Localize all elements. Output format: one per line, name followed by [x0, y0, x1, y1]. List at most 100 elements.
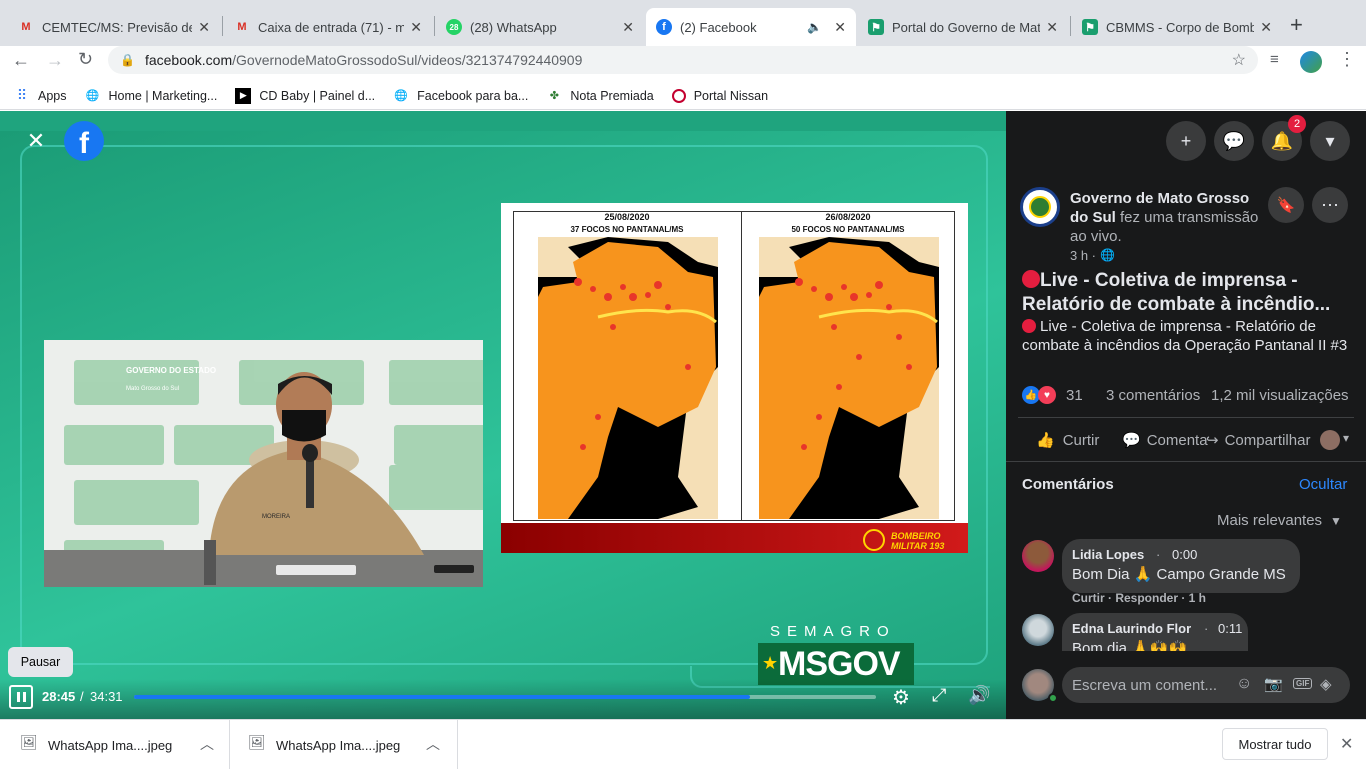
save-post-icon[interactable]: 🔖 [1268, 187, 1304, 223]
reload-icon[interactable]: ↻ [78, 49, 93, 70]
facebook-logo-icon[interactable]: f [64, 121, 104, 161]
banner-text: BOMBEIRO MILITAR 193 [891, 531, 945, 551]
backdrop-subtext: Mato Grosso do Sul [126, 386, 180, 392]
post-time[interactable]: 3 h · [1070, 248, 1096, 263]
more-options-icon[interactable]: ⋯ [1312, 187, 1348, 223]
forward-arrow-icon[interactable]: → [46, 50, 64, 71]
bookmark-marketing[interactable]: 🌐 Home | Marketing... [85, 88, 218, 104]
close-downloads-icon[interactable]: ✕ [1340, 734, 1353, 754]
comment-timestamp[interactable]: 0:00 [1172, 547, 1197, 562]
page-avatar[interactable] [1020, 187, 1060, 227]
slide-banner: BOMBEIRO MILITAR 193 [501, 523, 968, 553]
commenter-avatar[interactable] [1022, 540, 1054, 572]
bookmark-nota-premiada[interactable]: ✤ Nota Premiada [546, 88, 654, 104]
like-button[interactable]: 👍 Curtir [1036, 431, 1099, 450]
messenger-icon[interactable]: 💬 [1214, 121, 1254, 161]
backdrop-text: GOVERNO DO ESTADO [126, 366, 217, 375]
slide-maps: 25/08/2020 37 FOCOS NO PANTANAL/MS 26/08… [501, 203, 968, 553]
hide-comments-link[interactable]: Ocultar [1299, 476, 1347, 493]
camera-icon[interactable]: 📷 [1264, 675, 1283, 693]
tab-gmail-inbox[interactable]: M Caixa de entrada (71) - m ✕ [224, 8, 432, 46]
tab-cemtec[interactable]: M CEMTEC/MS: Previsão de ✕ [8, 8, 220, 46]
download-item[interactable]: 🖼 WhatsApp Ima....jpeg ︿ [0, 720, 230, 769]
progress-bar[interactable] [134, 695, 876, 699]
tab-whatsapp[interactable]: 28 (28) WhatsApp ✕ [436, 8, 644, 46]
reading-list-icon[interactable]: ≡ [1270, 51, 1279, 68]
account-dropdown-icon[interactable]: ▾ [1310, 121, 1350, 161]
download-item[interactable]: 🖼 WhatsApp Ima....jpeg ︿ [230, 720, 458, 769]
share-dropdown-icon[interactable]: ▾ [1343, 431, 1349, 445]
comment-actions[interactable]: Curtir · Responder · 1 h [1072, 591, 1206, 605]
online-status-dot [1048, 693, 1058, 703]
comment-author[interactable]: Edna Laurindo Flor [1072, 621, 1191, 636]
tab-facebook[interactable]: f (2) Facebook 🔈 ✕ [646, 8, 856, 46]
cdbaby-icon: ▶ [235, 87, 252, 104]
share-button[interactable]: ↪ Compartilhar [1206, 431, 1314, 450]
comment-label: Comentar [1146, 431, 1208, 449]
tab-portal-governo[interactable]: ⚑ Portal do Governo de Mat ✕ [858, 8, 1068, 46]
back-arrow-icon[interactable]: ← [12, 50, 30, 71]
close-tab-icon[interactable]: ✕ [1046, 19, 1058, 36]
comment-separator: · [1156, 547, 1161, 562]
live-dot-icon [1022, 270, 1040, 288]
audio-playing-icon[interactable]: 🔈 [807, 20, 822, 34]
bookmark-label: Nota Premiada [570, 88, 654, 103]
firefighter-emblem-icon [863, 529, 885, 551]
chevron-up-icon[interactable]: ︿ [200, 734, 214, 754]
new-tab-icon[interactable]: + [1290, 12, 1303, 38]
bookmark-cdbaby[interactable]: ▶ CD Baby | Painel d... [235, 87, 375, 104]
bookmark-star-icon[interactable]: ☆ [1232, 50, 1246, 70]
close-tab-icon[interactable]: ✕ [1260, 19, 1272, 36]
facebook-icon: f [656, 19, 672, 35]
gmail-icon: M [21, 21, 31, 33]
bookmark-facebook[interactable]: 🌐 Facebook para ba... [393, 88, 528, 104]
post-description: Live - Coletiva de imprensa - Relatório … [1022, 317, 1358, 355]
comments-count[interactable]: 3 comentários [1106, 387, 1200, 404]
bookmark-label: Home | Marketing... [108, 88, 218, 103]
menu-kebab-icon[interactable]: ⋮ [1338, 49, 1356, 70]
close-tab-icon[interactable]: ✕ [834, 19, 846, 36]
share-arrow-icon: ↪ [1206, 432, 1219, 449]
close-tab-icon[interactable]: ✕ [410, 19, 422, 36]
time-current: 28:45 [42, 689, 76, 704]
sort-dropdown[interactable]: Mais relevantes ▼ [1217, 512, 1342, 529]
tab-cbmms[interactable]: ⚑ CBMMS - Corpo de Bomb ✕ [1072, 8, 1282, 46]
comment-timestamp[interactable]: 0:11 [1218, 621, 1242, 636]
close-video-icon[interactable]: ✕ [18, 123, 54, 159]
star-icon: ★ [762, 653, 779, 673]
chevron-up-icon[interactable]: ︿ [426, 734, 440, 754]
gif-icon[interactable]: GIF [1293, 678, 1313, 689]
tab-strip: M CEMTEC/MS: Previsão de ✕ M Caixa de en… [0, 0, 1366, 46]
commenter-avatar[interactable] [1022, 614, 1054, 646]
pause-button[interactable] [9, 685, 33, 709]
fullscreen-icon[interactable]: ⤢ [932, 685, 946, 706]
volume-icon[interactable]: 🔊 [968, 685, 990, 706]
bookmark-apps[interactable]: ⠿ Apps [14, 87, 67, 104]
comment-author[interactable]: Lidia Lopes [1072, 547, 1144, 562]
close-tab-icon[interactable]: ✕ [622, 19, 634, 36]
profile-avatar[interactable] [1300, 51, 1322, 73]
time-total: 34:31 [90, 689, 123, 704]
views-count: 1,2 mil visualizações [1211, 387, 1349, 404]
comments-heading: Comentários [1022, 476, 1114, 493]
comment-input[interactable]: Escreva um coment... ☺ 📷 GIF ◈ [1062, 667, 1350, 703]
sticker-icon[interactable]: ◈ [1320, 675, 1332, 693]
reactions-summary[interactable]: 👍 ♥ 31 [1022, 386, 1083, 404]
video-player[interactable]: ✕ f GOVERNO DO ESTADO Mato Grosso do Sul… [0, 111, 1006, 719]
emoji-icon[interactable]: ☺ [1236, 675, 1252, 693]
comment-button[interactable]: 💬 Comentar [1122, 431, 1208, 450]
live-dot-icon [1022, 319, 1036, 333]
speaker-backdrop [44, 360, 483, 587]
settings-gear-icon[interactable]: ⚙ [892, 685, 910, 710]
create-plus-icon[interactable]: + [1166, 121, 1206, 161]
close-tab-icon[interactable]: ✕ [198, 19, 210, 36]
bookmark-label: Apps [38, 88, 67, 103]
share-as-avatar[interactable] [1320, 430, 1340, 450]
address-bar[interactable]: 🔒 facebook.com/GovernodeMatoGrossodoSul/… [108, 46, 1258, 74]
comment-bubble: Lidia Lopes · 0:00 Bom Dia 🙏 Campo Grand… [1062, 539, 1300, 593]
url-host: facebook.com [144, 52, 233, 68]
comment-input-placeholder: Escreva um coment... [1072, 677, 1218, 694]
show-all-downloads-button[interactable]: Mostrar tudo [1222, 728, 1328, 760]
tab-title: Caixa de entrada (71) - m [258, 19, 405, 35]
bookmark-nissan[interactable]: Portal Nissan [671, 88, 768, 103]
